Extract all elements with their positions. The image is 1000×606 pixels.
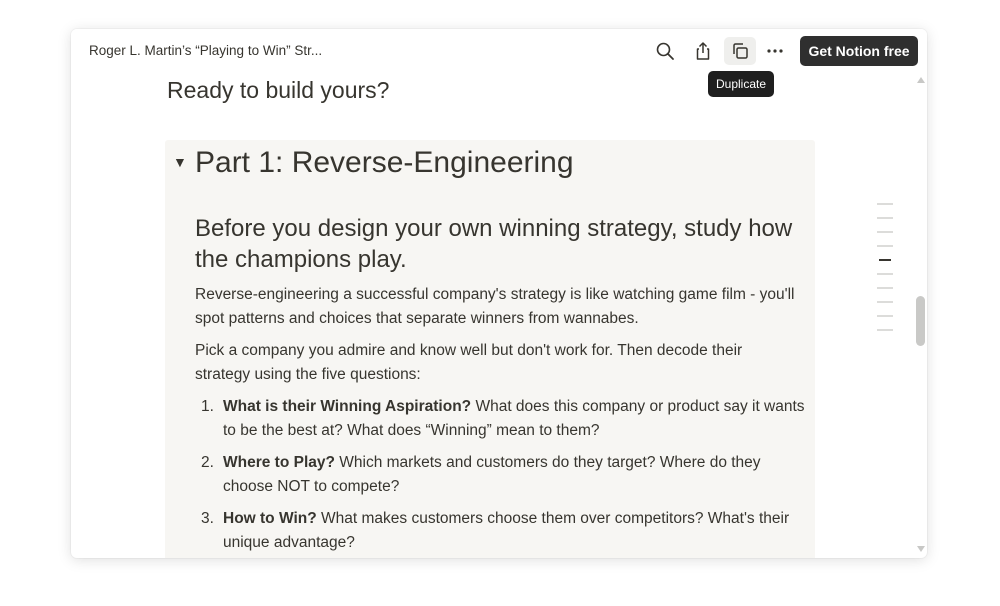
toc-mark[interactable]	[877, 231, 893, 233]
paragraph-pick-company: Pick a company you admire and know well …	[195, 342, 743, 383]
more-button[interactable]	[759, 37, 791, 65]
share-button[interactable]	[687, 37, 719, 65]
table-of-contents-minimap[interactable]	[877, 203, 893, 333]
part-title: Part 1: Reverse-Engineering	[195, 146, 574, 179]
search-icon	[656, 42, 674, 60]
duplicate-button[interactable]	[724, 37, 756, 65]
top-bar: Roger L. Martin’s “Playing to Win” Str..…	[71, 29, 927, 73]
share-icon	[696, 42, 710, 60]
toc-mark[interactable]	[877, 315, 893, 317]
page-content: Ready to build yours? ▼ Part 1: Reverse-…	[71, 73, 917, 558]
vertical-scrollbar[interactable]	[915, 73, 927, 558]
toc-mark[interactable]	[877, 203, 893, 205]
list-item-bold: How to Win?	[223, 510, 317, 527]
caret-down-icon[interactable]: ▼	[173, 154, 187, 170]
list-item-bold: What is their Winning Aspiration?	[223, 398, 472, 415]
toggle-block: ▼ Part 1: Reverse-Engineering Before you…	[165, 140, 815, 558]
notion-window: Roger L. Martin’s “Playing to Win” Str..…	[71, 29, 927, 558]
toc-mark[interactable]	[877, 217, 893, 219]
scroll-up-icon[interactable]	[917, 77, 925, 83]
list-item-bold: Where to Play?	[223, 454, 335, 471]
ready-heading: Ready to build yours?	[167, 77, 390, 103]
search-button[interactable]	[649, 37, 681, 65]
duplicate-tooltip: Duplicate	[708, 71, 774, 97]
toc-mark[interactable]	[877, 301, 893, 303]
breadcrumb[interactable]: Roger L. Martin’s “Playing to Win” Str..…	[89, 43, 339, 58]
list-number: 2.	[201, 454, 214, 471]
toc-mark-active[interactable]	[879, 259, 891, 261]
get-notion-free-button[interactable]: Get Notion free	[800, 36, 918, 66]
toc-mark[interactable]	[877, 245, 893, 247]
subheading: Before you design your own winning strat…	[195, 215, 793, 273]
scroll-down-icon[interactable]	[917, 546, 925, 552]
paragraph-reverse-engineering: Reverse-engineering a successful company…	[195, 286, 795, 327]
toc-mark[interactable]	[877, 273, 893, 275]
list-number: 1.	[201, 398, 214, 415]
more-horizontal-icon	[767, 49, 783, 53]
toc-mark[interactable]	[877, 329, 893, 331]
scroll-thumb[interactable]	[916, 296, 925, 346]
toc-mark[interactable]	[877, 287, 893, 289]
list-number: 3.	[201, 510, 214, 527]
duplicate-icon	[733, 43, 748, 59]
